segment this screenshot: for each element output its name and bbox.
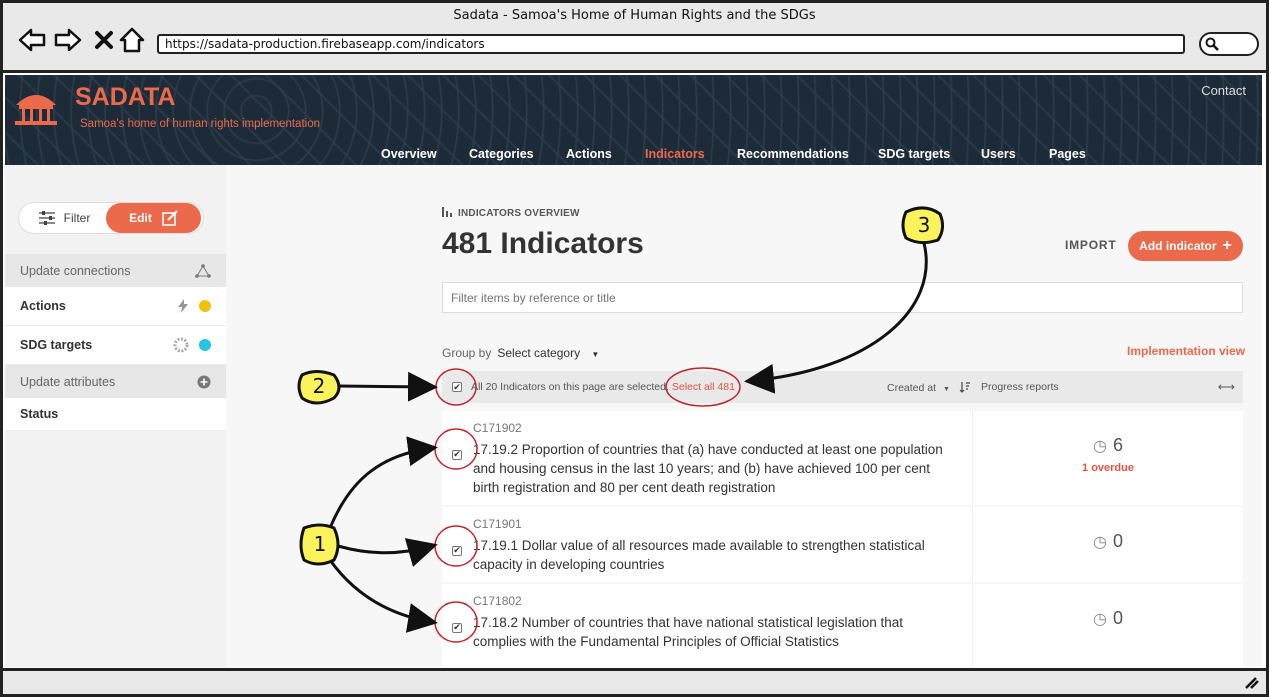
search-icon [1205, 37, 1219, 51]
browser-statusbar [3, 668, 1266, 694]
select-all-link[interactable]: Select all 481 [672, 381, 735, 393]
sort-created-at[interactable]: Created at ▼ [887, 381, 971, 394]
filter-button[interactable]: Filter [19, 203, 109, 233]
implementation-view-link[interactable]: Implementation view [1127, 344, 1245, 358]
nav-recommendations[interactable]: Recommendations [737, 147, 849, 161]
indicator-title[interactable]: 17.19.2 Proportion of countries that (a)… [473, 440, 953, 497]
indicator-title[interactable]: 17.19.1 Dollar value of all resources ma… [473, 536, 953, 574]
progress-report-count[interactable]: ◷ 6 [973, 435, 1243, 456]
selection-status: All 20 Indicators on this page are selec… [471, 381, 669, 393]
sidebar: Filter Edit Update connections Actions S… [5, 165, 226, 667]
clock-icon: ◷ [1093, 611, 1107, 628]
sidebar-item-sdg-targets[interactable]: SDG targets [5, 326, 226, 365]
indicator-code: C171902 [473, 421, 522, 435]
table-row[interactable]: ✔ C171901 17.19.1 Dollar value of all re… [442, 507, 1243, 582]
group-by-select[interactable]: Select category [497, 346, 580, 360]
url-bar[interactable]: https://sadata-production.firebaseapp.co… [157, 34, 1185, 54]
bar-chart-icon [442, 207, 452, 217]
main-content: INDICATORS OVERVIEW 481 Indicators IMPOR… [226, 165, 1262, 667]
row-checkbox[interactable]: ✔ [452, 545, 462, 556]
sort-icon [959, 382, 970, 393]
nav-pages[interactable]: Pages [1049, 147, 1086, 161]
sdg-wheel-icon [173, 337, 189, 353]
sidebar-item-label: SDG targets [20, 338, 93, 352]
update-connections-label: Update connections [20, 263, 131, 278]
sidebar-item-actions[interactable]: Actions [5, 287, 226, 326]
sdg-color-dot [199, 339, 211, 351]
fale-logo-icon[interactable] [11, 87, 61, 127]
indicator-code: C171901 [473, 517, 522, 531]
nav-actions[interactable]: Actions [566, 147, 612, 161]
progress-reports-header: Progress reports [981, 381, 1059, 393]
actions-color-dot [199, 300, 211, 312]
edit-label: Edit [129, 211, 152, 225]
nav-overview[interactable]: Overview [381, 147, 437, 161]
filter-edit-toggle: Filter Edit [19, 203, 203, 233]
site-header: SADATA Samoa's home of human rights impl… [5, 75, 1262, 165]
forward-icon[interactable] [53, 25, 83, 55]
indicator-code: C171802 [473, 594, 522, 608]
caret-down-icon[interactable]: ▼ [591, 350, 599, 359]
resize-grip-icon[interactable] [1242, 674, 1260, 690]
sidebar-item-label: Actions [20, 299, 66, 313]
clock-icon: ◷ [1093, 534, 1107, 551]
callout-1: 1 [313, 532, 327, 556]
select-page-checkbox[interactable]: ✔ [452, 382, 462, 392]
browser-toolbar: Sadata - Samoa's Home of Human Rights an… [3, 3, 1266, 73]
overview-label: INDICATORS OVERVIEW [442, 207, 580, 219]
close-icon[interactable] [89, 25, 119, 55]
add-circle-icon[interactable] [197, 375, 211, 389]
update-attributes-label: Update attributes [20, 374, 116, 389]
home-icon[interactable] [117, 25, 147, 55]
progress-report-count[interactable]: ◷ 0 [973, 608, 1243, 629]
expand-arrows-icon[interactable]: ⟷ [1218, 380, 1235, 394]
page-title: 481 Indicators [442, 227, 644, 260]
contact-link[interactable]: Contact [1201, 83, 1246, 98]
network-icon [195, 263, 211, 278]
brand-name[interactable]: SADATA [75, 83, 175, 112]
overdue-badge: 1 overdue [1082, 462, 1134, 474]
table-row[interactable]: ✔ C171802 17.18.2 Number of countries th… [442, 584, 1243, 667]
callout-3: 3 [917, 213, 931, 237]
list-header: ✔ All 20 Indicators on this page are sel… [442, 371, 1243, 403]
indicator-title[interactable]: 17.18.2 Number of countries that have na… [473, 613, 953, 651]
nav-indicators[interactable]: Indicators [645, 147, 705, 161]
browser-search[interactable] [1199, 32, 1259, 56]
sidebar-item-label: Status [20, 407, 59, 421]
plus-icon: + [1222, 237, 1232, 254]
update-attributes-section: Update attributes [5, 365, 226, 398]
app-viewport: SADATA Samoa's home of human rights impl… [5, 75, 1262, 667]
sliders-icon [38, 211, 55, 225]
nav-users[interactable]: Users [981, 147, 1016, 161]
brand-tagline: Samoa's home of human rights implementat… [80, 118, 320, 130]
add-indicator-label: Add indicator [1139, 239, 1217, 253]
lightning-icon [178, 299, 188, 313]
clock-icon: ◷ [1093, 438, 1107, 455]
back-icon[interactable] [17, 25, 47, 55]
edit-button[interactable]: Edit [106, 203, 201, 233]
update-connections-section: Update connections [5, 254, 226, 287]
group-by: Group by Select category ▼ [442, 346, 600, 360]
main-nav: Overview Categories Actions Indicators R… [5, 147, 1262, 165]
nav-categories[interactable]: Categories [469, 147, 534, 161]
filter-label: Filter [63, 211, 91, 225]
edit-pencil-icon [162, 210, 178, 226]
window-title: Sadata - Samoa's Home of Human Rights an… [453, 8, 816, 23]
add-indicator-button[interactable]: Add indicator + [1128, 231, 1243, 261]
row-checkbox[interactable]: ✔ [452, 449, 462, 460]
sidebar-item-status[interactable]: Status [5, 398, 226, 431]
callout-2: 2 [312, 374, 326, 398]
nav-sdg-targets[interactable]: SDG targets [878, 147, 950, 161]
row-checkbox[interactable]: ✔ [452, 622, 462, 633]
progress-report-count[interactable]: ◷ 0 [973, 531, 1243, 552]
table-row[interactable]: ✔ C171902 17.19.2 Proportion of countrie… [442, 411, 1243, 505]
filter-input[interactable] [442, 282, 1243, 313]
import-button[interactable]: IMPORT [1065, 238, 1116, 252]
